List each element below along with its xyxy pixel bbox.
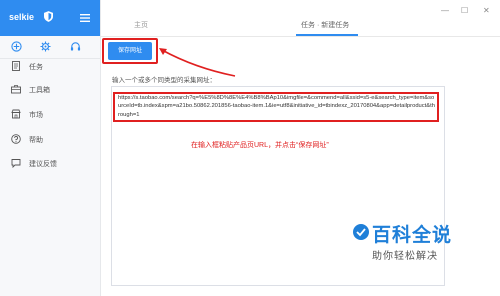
sidebar-item-help[interactable]: 帮助 [0,129,100,151]
sidebar-item-label: 任务 [29,64,43,71]
sidebar: selkie 任务 工具箱 市场 帮助 建议反馈 [0,0,101,296]
add-circle-icon[interactable] [11,41,22,52]
help-icon [11,134,21,144]
gear-icon[interactable] [40,41,51,52]
tab-new-task[interactable]: 任务 · 新建任务 [301,20,349,30]
shield-icon [44,11,53,22]
tab-home[interactable]: 主页 [134,20,148,30]
sidebar-item-label: 建议反馈 [29,161,57,168]
close-button[interactable]: ✕ [483,6,490,15]
headset-icon[interactable] [70,41,81,52]
watermark-subtitle: 助你轻松解决 [372,251,438,262]
toolbox-icon [11,85,21,94]
sidebar-item-feedback[interactable]: 建议反馈 [0,153,100,175]
maximize-button[interactable]: ☐ [461,6,468,15]
sidebar-item-market[interactable]: 市场 [0,104,100,126]
minimize-button[interactable]: — [441,6,449,15]
sidebar-item-label: 工具箱 [29,87,50,94]
document-icon [12,61,20,71]
feedback-icon [11,159,21,168]
save-url-button[interactable]: 保存网址 [108,42,152,60]
sidebar-item-task[interactable]: 任务 [0,56,100,78]
sidebar-item-toolbox[interactable]: 工具箱 [0,79,100,101]
instruction-annotation: 在输入框粘贴产品页URL，并点击“保存网址” [191,142,329,149]
top-bar: 主页 任务 · 新建任务 — ☐ ✕ [101,0,500,37]
url-input-value: https://s.taobao.com/search?q=%E5%8D%8E%… [118,95,435,118]
sidebar-item-label: 帮助 [29,137,43,144]
input-label: 输入一个或多个同类型的采集网址： [112,77,216,84]
shop-icon [11,109,21,119]
watermark-logo-icon [353,224,369,240]
brand-bar: selkie [0,0,100,36]
sidebar-item-label: 市场 [29,112,43,119]
app-brand: selkie [9,12,35,22]
active-tab-indicator [296,34,358,36]
watermark-title: 百科全说 [372,225,453,246]
menu-icon[interactable] [80,14,90,22]
